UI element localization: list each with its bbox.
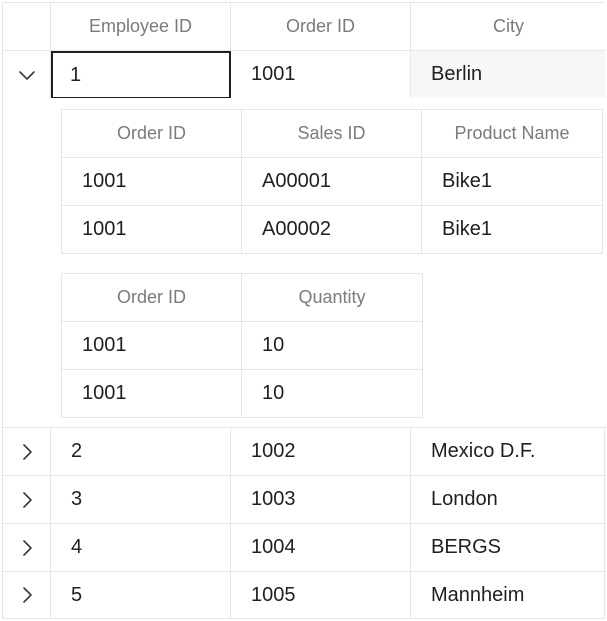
cell-text: 10: [262, 382, 285, 404]
chevron-down-icon: [18, 70, 35, 80]
table-cell-order-id[interactable]: 1002: [231, 428, 411, 476]
column-header-sales-id[interactable]: Sales ID: [242, 110, 422, 158]
table-cell-order-id[interactable]: 1001: [62, 158, 242, 206]
table-cell-quantity[interactable]: 10: [242, 322, 422, 370]
cell-text: 1001: [82, 170, 127, 192]
table-cell-employee-id[interactable]: 4: [51, 524, 231, 572]
expander-button[interactable]: [3, 524, 51, 572]
column-header-label: Employee ID: [88, 16, 193, 36]
column-header-order-id[interactable]: Order ID: [62, 274, 242, 322]
column-header-label: City: [493, 16, 524, 36]
column-header-label: Sales ID: [297, 123, 366, 143]
table-cell-product-name[interactable]: Bike1: [422, 206, 602, 253]
cell-text: London: [431, 488, 498, 510]
column-header-employee-id[interactable]: Employee ID: [51, 3, 231, 51]
row-details-area: Order ID Sales ID Product Name 1001 A000…: [3, 98, 606, 428]
cell-text: 2: [71, 440, 83, 462]
column-header-order-id[interactable]: Order ID: [231, 3, 411, 51]
table-cell-employee-id[interactable]: 5: [51, 572, 231, 618]
cell-text: A00001: [262, 170, 331, 192]
column-header-label: Quantity: [298, 287, 366, 307]
table-cell-city[interactable]: Mannheim: [411, 572, 606, 618]
cell-text: A00002: [262, 218, 331, 240]
expander-button[interactable]: [3, 51, 51, 99]
table-cell-order-id[interactable]: 1001: [231, 51, 411, 99]
table-cell-employee-id[interactable]: 1: [51, 51, 231, 99]
table-cell-city[interactable]: Berlin: [411, 51, 606, 99]
column-header-city[interactable]: City: [411, 3, 606, 51]
column-header-label: Product Name: [454, 123, 570, 143]
table-cell-order-id[interactable]: 1001: [62, 206, 242, 253]
cell-text: 1001: [251, 63, 296, 85]
cell-text: 1002: [251, 440, 296, 462]
cell-text: 10: [262, 334, 285, 356]
cell-text: 1003: [251, 488, 296, 510]
table-cell-sales-id[interactable]: A00002: [242, 206, 422, 253]
table-cell-order-id[interactable]: 1001: [62, 322, 242, 370]
table-cell-product-name[interactable]: Bike1: [422, 158, 602, 206]
cell-text: 1005: [251, 583, 296, 606]
table-cell-order-id[interactable]: 1003: [231, 476, 411, 524]
cell-text: 1: [70, 63, 82, 86]
indent-header-cell: [3, 3, 51, 51]
table-cell-quantity[interactable]: 10: [242, 370, 422, 417]
chevron-right-icon: [22, 587, 32, 603]
expander-button[interactable]: [3, 428, 51, 476]
table-cell-city[interactable]: Mexico D.F.: [411, 428, 606, 476]
cell-text: Bike1: [442, 170, 493, 192]
column-header-order-id[interactable]: Order ID: [62, 110, 242, 158]
cell-text: 3: [71, 488, 83, 510]
table-cell-order-id[interactable]: 1001: [62, 370, 242, 417]
chevron-right-icon: [22, 443, 32, 460]
table-cell-order-id[interactable]: 1005: [231, 572, 411, 618]
column-header-product-name[interactable]: Product Name: [422, 110, 602, 158]
table-cell-order-id[interactable]: 1004: [231, 524, 411, 572]
expander-button[interactable]: [3, 572, 51, 618]
master-data-grid: Employee ID Order ID City 1 1001 Berlin …: [2, 2, 606, 619]
cell-text: Berlin: [431, 63, 483, 85]
column-header-label: Order ID: [285, 16, 355, 36]
cell-text: 5: [71, 583, 83, 606]
chevron-right-icon: [22, 491, 32, 508]
cell-text: 1001: [82, 382, 127, 404]
cell-text: BERGS: [431, 536, 502, 558]
column-header-quantity[interactable]: Quantity: [242, 274, 422, 322]
sales-detail-grid: Order ID Sales ID Product Name 1001 A000…: [61, 109, 603, 254]
column-header-label: Order ID: [116, 287, 186, 307]
cell-text: Mannheim: [431, 583, 525, 606]
table-cell-employee-id[interactable]: 2: [51, 428, 231, 476]
cell-text: 4: [71, 536, 83, 558]
table-cell-city[interactable]: BERGS: [411, 524, 606, 572]
cell-text: Bike1: [442, 218, 493, 240]
table-cell-sales-id[interactable]: A00001: [242, 158, 422, 206]
quantity-detail-grid: Order ID Quantity 1001 10 1001 10: [61, 273, 423, 418]
expander-button[interactable]: [3, 476, 51, 524]
table-cell-employee-id[interactable]: 3: [51, 476, 231, 524]
cell-text: 1001: [82, 218, 127, 240]
table-cell-city[interactable]: London: [411, 476, 606, 524]
cell-text: 1004: [251, 536, 296, 558]
cell-text: 1001: [82, 334, 127, 356]
chevron-right-icon: [22, 539, 32, 556]
cell-text: Mexico D.F.: [431, 440, 536, 462]
column-header-label: Order ID: [116, 123, 186, 143]
